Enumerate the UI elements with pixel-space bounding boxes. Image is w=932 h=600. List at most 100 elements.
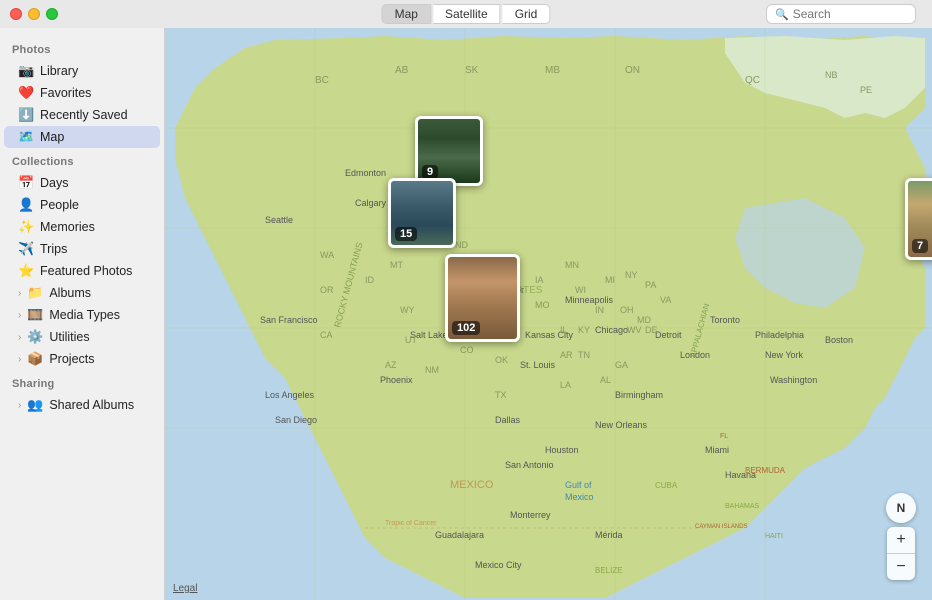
view-toggle: Map Satellite Grid <box>382 4 551 24</box>
compass-button[interactable]: N <box>886 493 916 523</box>
sidebar-library-label: Library <box>40 64 150 78</box>
svg-text:AZ: AZ <box>385 360 397 370</box>
pin-person-count: 102 <box>452 321 480 335</box>
sidebar-map-label: Map <box>40 130 150 144</box>
svg-text:Edmonton: Edmonton <box>345 168 386 178</box>
svg-text:AB: AB <box>395 65 409 76</box>
zoom-controls: + − <box>887 527 915 580</box>
sidebar-item-trips[interactable]: ✈️ Trips <box>4 238 160 260</box>
svg-text:Mexico: Mexico <box>565 492 594 502</box>
utilities-icon: ⚙️ <box>27 329 43 345</box>
svg-text:NB: NB <box>825 70 838 80</box>
svg-text:QC: QC <box>745 75 760 86</box>
sidebar-item-albums[interactable]: › 📁 Albums <box>4 282 160 304</box>
svg-text:New Orleans: New Orleans <box>595 420 648 430</box>
albums-icon: 📁 <box>27 285 43 301</box>
sidebar-item-featured-photos[interactable]: ⭐ Featured Photos <box>4 260 160 282</box>
photo-pin-forest[interactable]: 9 <box>415 116 483 186</box>
svg-text:WI: WI <box>575 285 586 295</box>
sidebar-item-map[interactable]: 🗺️ Map <box>4 126 160 148</box>
sidebar-item-recently-saved[interactable]: ⬇️ Recently Saved <box>4 104 160 126</box>
sidebar-item-utilities[interactable]: › ⚙️ Utilities <box>4 326 160 348</box>
zoom-in-button[interactable]: + <box>887 527 915 553</box>
grid-view-button[interactable]: Grid <box>503 4 551 24</box>
maximize-button[interactable] <box>46 8 58 20</box>
search-bar: 🔍 <box>766 4 916 24</box>
minimize-button[interactable] <box>28 8 40 20</box>
featured-photos-icon: ⭐ <box>18 263 34 279</box>
days-icon: 📅 <box>18 175 34 191</box>
map-area[interactable]: Edmonton Calgary Seattle San Francisco L… <box>165 28 932 600</box>
sidebar: Photos 📷 Library ❤️ Favorites ⬇️ Recentl… <box>0 28 165 600</box>
svg-text:PA: PA <box>645 280 656 290</box>
svg-text:VA: VA <box>660 295 671 305</box>
photo-pin-people2[interactable]: 7 <box>905 178 932 260</box>
svg-text:MB: MB <box>545 65 560 76</box>
search-icon: 🔍 <box>775 8 789 21</box>
search-input[interactable] <box>793 7 907 21</box>
close-button[interactable] <box>10 8 22 20</box>
sidebar-item-media-types[interactable]: › 🎞️ Media Types <box>4 304 160 326</box>
sidebar-recently-saved-label: Recently Saved <box>40 108 150 122</box>
svg-text:KY: KY <box>578 325 590 335</box>
svg-text:WY: WY <box>400 305 415 315</box>
svg-text:ID: ID <box>365 275 375 285</box>
photo-pin-coast[interactable]: 15 <box>388 178 456 248</box>
svg-text:Toronto: Toronto <box>710 315 740 325</box>
svg-text:NY: NY <box>625 270 638 280</box>
svg-text:BELIZE: BELIZE <box>595 566 623 575</box>
sidebar-people-label: People <box>40 198 150 212</box>
pin-coast-count: 15 <box>395 227 417 241</box>
svg-text:AL: AL <box>600 375 611 385</box>
svg-text:OR: OR <box>320 285 334 295</box>
map-background: Edmonton Calgary Seattle San Francisco L… <box>165 28 932 600</box>
svg-text:Mérida: Mérida <box>595 530 623 540</box>
svg-text:WV: WV <box>627 325 642 335</box>
map-view-button[interactable]: Map <box>382 4 431 24</box>
projects-icon: 📦 <box>27 351 43 367</box>
title-bar: Map Satellite Grid 🔍 <box>0 0 932 28</box>
pin-people2-count: 7 <box>912 239 928 253</box>
sidebar-memories-label: Memories <box>40 220 150 234</box>
svg-text:AR: AR <box>560 350 573 360</box>
svg-text:TN: TN <box>578 350 590 360</box>
svg-text:CAYMAN ISLANDS: CAYMAN ISLANDS <box>695 524 748 530</box>
sidebar-item-projects[interactable]: › 📦 Projects <box>4 348 160 370</box>
svg-text:Boston: Boston <box>825 335 853 345</box>
svg-text:BERMUDA: BERMUDA <box>745 466 786 475</box>
zoom-out-button[interactable]: − <box>887 554 915 580</box>
people-icon: 👤 <box>18 197 34 213</box>
svg-text:FL: FL <box>720 433 728 440</box>
svg-text:Phoenix: Phoenix <box>380 375 413 385</box>
main-content: Photos 📷 Library ❤️ Favorites ⬇️ Recentl… <box>0 28 932 600</box>
sidebar-item-people[interactable]: 👤 People <box>4 194 160 216</box>
svg-text:St. Louis: St. Louis <box>520 360 556 370</box>
svg-text:MO: MO <box>535 300 550 310</box>
sidebar-item-days[interactable]: 📅 Days <box>4 172 160 194</box>
favorites-icon: ❤️ <box>18 85 34 101</box>
map-icon: 🗺️ <box>18 129 34 145</box>
sharing-section-header: Sharing <box>0 370 164 394</box>
svg-text:NM: NM <box>425 365 439 375</box>
sidebar-days-label: Days <box>40 176 150 190</box>
pin-forest-count: 9 <box>422 165 438 179</box>
svg-text:UT: UT <box>405 335 417 345</box>
svg-text:MD: MD <box>637 315 651 325</box>
photo-pin-person[interactable]: 102 <box>445 254 520 342</box>
sidebar-item-memories[interactable]: ✨ Memories <box>4 216 160 238</box>
svg-text:CO: CO <box>460 345 474 355</box>
svg-text:Tropic of Cancer: Tropic of Cancer <box>385 520 437 527</box>
satellite-view-button[interactable]: Satellite <box>433 4 501 24</box>
photos-section-header: Photos <box>0 36 164 60</box>
sidebar-trips-label: Trips <box>40 242 150 256</box>
svg-text:Guadalajara: Guadalajara <box>435 530 484 540</box>
sidebar-item-shared-albums[interactable]: › 👥 Shared Albums <box>4 394 160 416</box>
sidebar-item-library[interactable]: 📷 Library <box>4 60 160 82</box>
svg-text:PE: PE <box>860 85 872 95</box>
svg-text:OK: OK <box>495 355 508 365</box>
svg-text:MN: MN <box>565 260 579 270</box>
collections-section-header: Collections <box>0 148 164 172</box>
sidebar-item-favorites[interactable]: ❤️ Favorites <box>4 82 160 104</box>
sidebar-projects-label: Projects <box>49 352 150 366</box>
legal-link[interactable]: Legal <box>173 583 197 594</box>
